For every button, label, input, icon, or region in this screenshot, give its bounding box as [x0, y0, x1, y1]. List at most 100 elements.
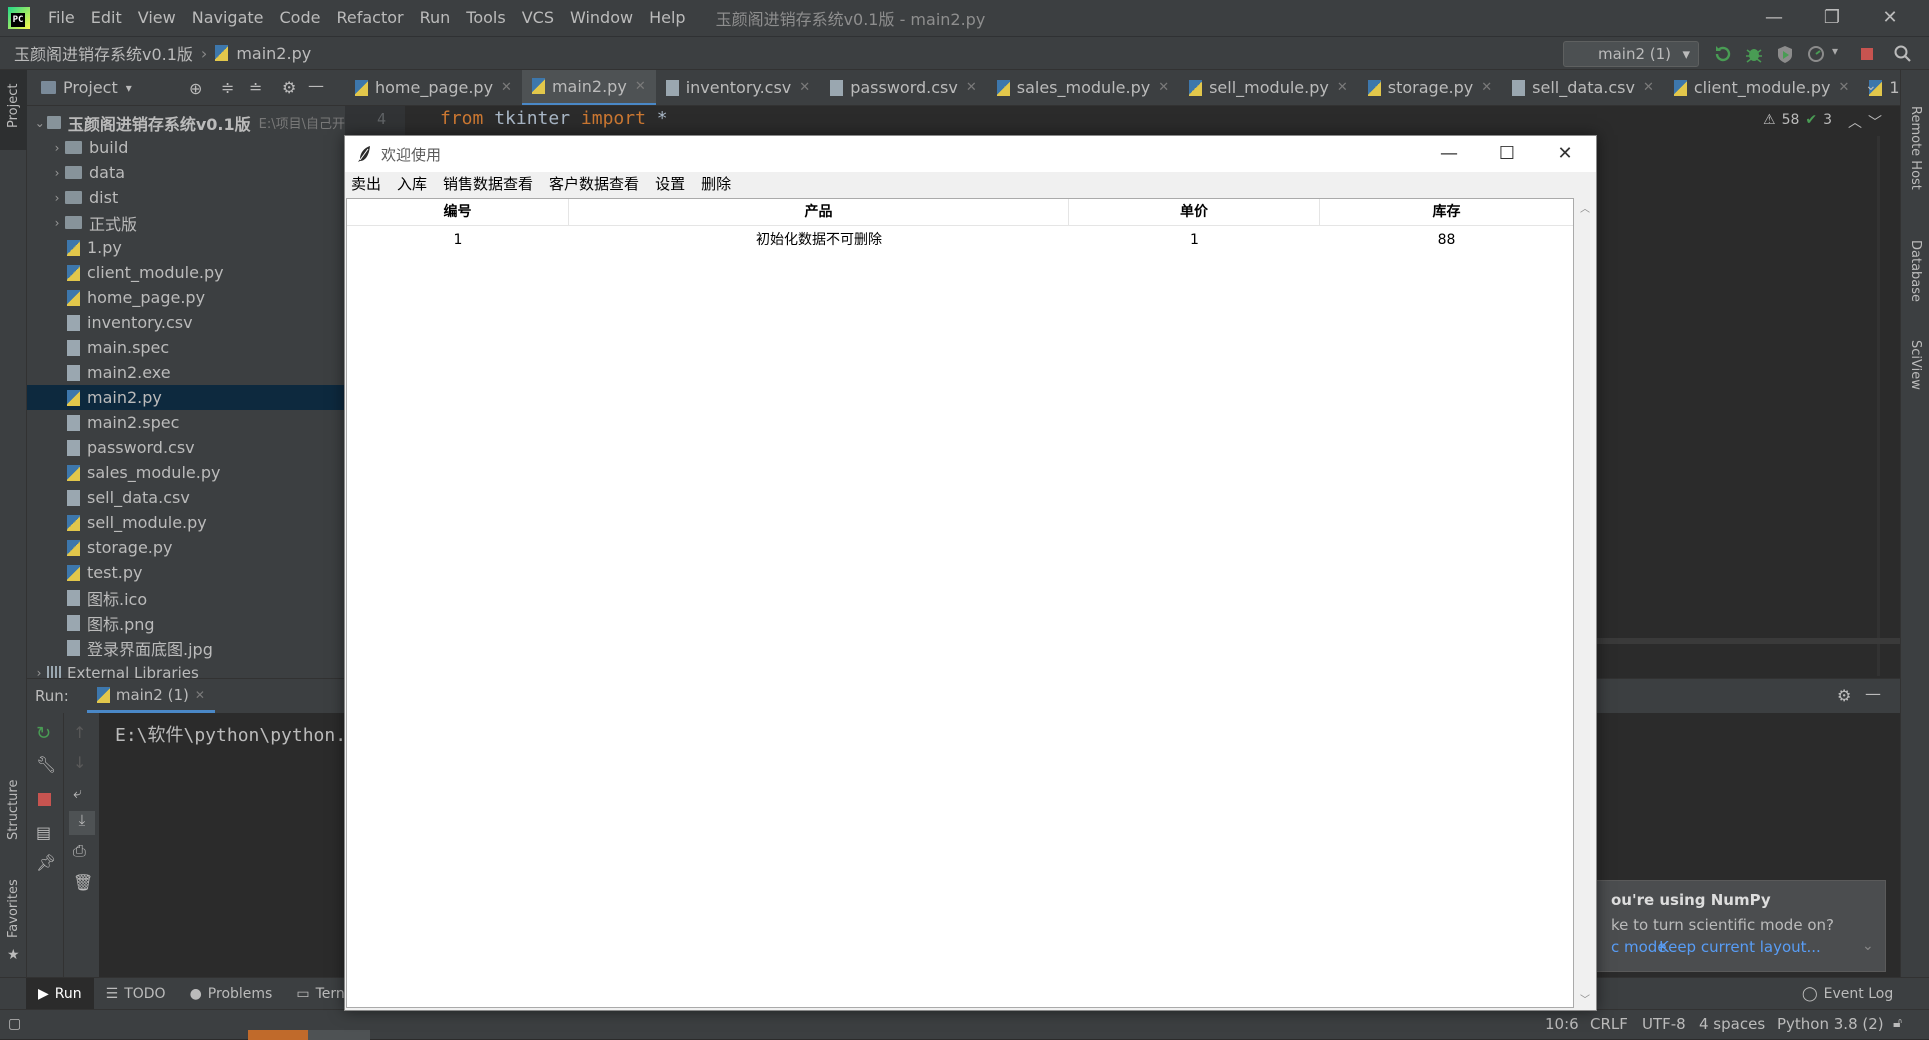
editor-scrollbar[interactable] [1877, 136, 1880, 676]
tree-file[interactable]: main2.exe [27, 360, 345, 385]
chevron-down-icon[interactable]: ⌄ [1862, 938, 1874, 954]
tk-titlebar[interactable]: 欢迎使用 — ☐ ✕ [345, 136, 1596, 172]
tree-file[interactable]: inventory.csv [27, 310, 345, 335]
console-output[interactable]: E:\软件\python\python. [115, 721, 346, 747]
close-icon[interactable]: ✕ [195, 688, 205, 702]
tree-file[interactable]: 1.py [27, 235, 345, 260]
event-log-button[interactable]: ◯ Event Log [1790, 978, 1905, 1010]
line-separator[interactable]: CRLF [1590, 1015, 1628, 1033]
menu-edit[interactable]: Edit [83, 0, 130, 36]
close-icon[interactable]: ✕ [799, 80, 810, 95]
hide-panel-icon[interactable]: — [1865, 684, 1881, 703]
tk-menu-settings[interactable]: 设置 [647, 172, 693, 196]
chevron-down-icon[interactable]: ﹀ [1868, 112, 1882, 132]
tree-file[interactable]: sell_module.py [27, 510, 345, 535]
stop-icon[interactable] [1857, 44, 1877, 64]
close-icon[interactable]: ✕ [966, 80, 977, 95]
gear-icon[interactable]: ⚙ [1837, 686, 1851, 705]
python-interpreter[interactable]: Python 3.8 (2) [1777, 1015, 1884, 1033]
chevron-right-icon[interactable]: › [49, 141, 65, 155]
editor-tab[interactable]: password.csv ✕ [820, 70, 987, 105]
tk-minimize-button[interactable]: — [1420, 136, 1478, 172]
tk-menu-sales-data[interactable]: 销售数据查看 [435, 172, 541, 196]
editor-tab[interactable]: client_module.py ✕ [1664, 70, 1860, 105]
chevron-right-icon[interactable]: › [49, 216, 65, 230]
close-icon[interactable]: ✕ [1481, 80, 1492, 95]
tk-menu-delete[interactable]: 删除 [693, 172, 739, 196]
rerun-icon[interactable] [1713, 44, 1733, 64]
tree-file[interactable]: 图标.ico [27, 585, 345, 610]
stop-icon[interactable] [38, 793, 51, 806]
tree-file[interactable]: test.py [27, 560, 345, 585]
stripe-database[interactable]: Database [1908, 240, 1923, 302]
close-icon[interactable]: ✕ [1337, 80, 1348, 95]
menu-help[interactable]: Help [641, 0, 693, 36]
lock-icon[interactable]: 🔓︎ [1893, 1015, 1902, 1031]
tree-file[interactable]: main.spec [27, 335, 345, 360]
menu-refactor[interactable]: Refactor [328, 0, 411, 36]
stripe-structure[interactable]: Structure [6, 780, 21, 840]
close-icon[interactable]: ✕ [1838, 80, 1849, 95]
layout-icon[interactable]: ▤ [36, 823, 51, 842]
tree-folder[interactable]: › build [27, 135, 345, 160]
breadcrumb-project[interactable]: 玉颜阁进销存系统v0.1版 [14, 41, 193, 65]
menu-code[interactable]: Code [272, 0, 329, 36]
toolwindow-problems[interactable]: ● Problems [178, 978, 285, 1010]
file-encoding[interactable]: UTF-8 [1642, 1015, 1686, 1033]
treeview-scrollbar[interactable]: ︿ ﹀ [1576, 198, 1594, 1008]
tree-folder[interactable]: › dist [27, 185, 345, 210]
tk-menu-customer-data[interactable]: 客户数据查看 [541, 172, 647, 196]
stripe-sciview[interactable]: SciView [1908, 340, 1923, 390]
tree-file[interactable]: storage.py [27, 535, 345, 560]
stripe-project[interactable]: Project [6, 84, 21, 128]
tree-file[interactable]: password.csv [27, 435, 345, 460]
restore-button[interactable]: ❐ [1803, 0, 1861, 36]
tree-file[interactable]: home_page.py [27, 285, 345, 310]
editor-tab[interactable]: main2.py ✕ [521, 70, 656, 105]
project-view-dropdown[interactable]: Project [63, 78, 118, 97]
editor-tab[interactable]: sell_data.csv ✕ [1502, 70, 1664, 105]
arrow-up-icon[interactable]: ↑ [73, 723, 86, 742]
menu-navigate[interactable]: Navigate [184, 0, 272, 36]
editor-tab[interactable]: sales_module.py ✕ [987, 70, 1179, 105]
toolwindow-run[interactable]: ▶ Run [26, 977, 94, 1010]
editor-tab[interactable]: sell_module.py ✕ [1179, 70, 1358, 105]
minimize-button[interactable]: — [1745, 0, 1803, 36]
rerun-icon[interactable]: ↻ [36, 723, 51, 744]
stripe-remote-host[interactable]: Remote Host [1908, 106, 1923, 190]
tree-folder[interactable]: › data [27, 160, 345, 185]
code-line[interactable]: from tkinter import * [440, 108, 668, 129]
column-header-id[interactable]: 编号 [347, 199, 569, 225]
close-icon[interactable]: ✕ [501, 80, 512, 95]
chevron-right-icon[interactable]: › [49, 166, 65, 180]
tree-root[interactable]: ⌄ 玉颜阁进销存系统v0.1版 E:\项目\自己开 [27, 110, 345, 135]
collapse-all-icon[interactable]: ≐ [249, 78, 262, 97]
close-icon[interactable]: ✕ [635, 79, 646, 94]
toolwindow-todo[interactable]: ☰ TODO [94, 978, 178, 1010]
inspection-widget[interactable]: ⚠ 58 ✔ 3 ︿ ﹀ [1763, 112, 1882, 132]
tk-menu-sell[interactable]: 卖出 [345, 172, 389, 196]
wrench-icon[interactable]: 🔧︎ [36, 755, 56, 774]
trash-icon[interactable]: 🗑︎ [73, 873, 93, 892]
tree-file[interactable]: 图标.png [27, 610, 345, 635]
chevron-right-icon[interactable]: › [49, 191, 65, 205]
editor-tab[interactable]: home_page.py ✕ [345, 70, 522, 105]
column-header-product[interactable]: 产品 [569, 199, 1069, 225]
gear-icon[interactable]: ⚙ [282, 78, 296, 97]
table-row[interactable]: 1 初始化数据不可删除 1 88 [347, 227, 1573, 253]
menu-tools[interactable]: Tools [458, 0, 513, 36]
debug-icon[interactable] [1744, 44, 1764, 64]
search-everywhere-icon[interactable] [1893, 44, 1913, 64]
tk-close-button[interactable]: ✕ [1536, 136, 1594, 172]
close-icon[interactable]: ✕ [1158, 80, 1169, 95]
run-tab[interactable]: main2 (1) ✕ [86, 679, 215, 713]
tree-folder[interactable]: › 正式版 [27, 210, 345, 235]
tk-menu-stock-in[interactable]: 入库 [389, 172, 435, 196]
chevron-up-icon[interactable]: ︿ [1848, 112, 1862, 132]
caret-position[interactable]: 10:6 [1545, 1015, 1579, 1033]
hide-panel-icon[interactable]: — [308, 76, 324, 95]
indent-setting[interactable]: 4 spaces [1699, 1015, 1765, 1033]
profile-icon[interactable] [1806, 44, 1826, 64]
column-header-price[interactable]: 单价 [1069, 199, 1320, 225]
tree-file[interactable]: main2.py [27, 385, 345, 410]
